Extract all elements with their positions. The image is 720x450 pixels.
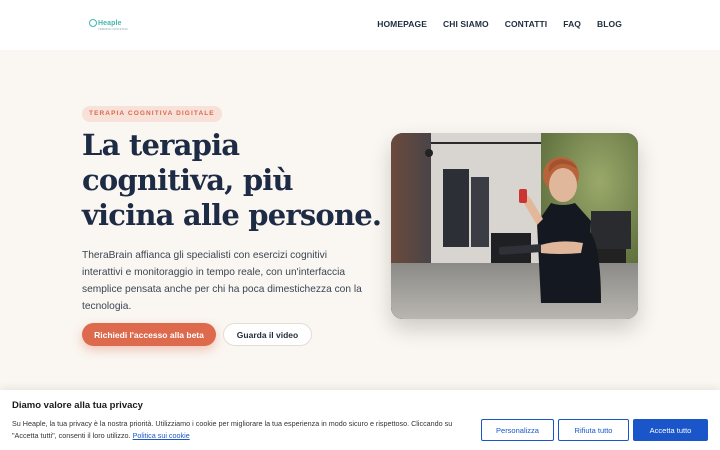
nav-contatti[interactable]: CONTATTI bbox=[505, 19, 548, 29]
logo-icon bbox=[89, 19, 97, 27]
hero-title-line: cognitiva, più bbox=[82, 163, 294, 197]
hero-badge: TERAPIA COGNITIVA DIGITALE bbox=[82, 106, 222, 122]
hero-title: La terapia cognitiva, più vicina alle pe… bbox=[82, 128, 382, 233]
woman-with-tablet-photo bbox=[391, 133, 638, 319]
hero-photo bbox=[391, 133, 638, 319]
cookie-policy-link[interactable]: Politica sui cookie bbox=[133, 431, 190, 440]
site-header: Heaple TERAPIA COGNITIVA HOMEPAGE CHI SI… bbox=[0, 0, 720, 50]
hero-title-line: vicina alle persone. bbox=[82, 198, 382, 232]
hero-title-line: La terapia bbox=[82, 128, 240, 162]
logo-text: Heaple bbox=[98, 19, 122, 27]
request-beta-button[interactable]: Richiedi l'accesso alla beta bbox=[82, 323, 216, 346]
reject-cookies-button[interactable]: Rifiuta tutto bbox=[558, 419, 629, 441]
cookie-description: Su Heaple, la tua privacy è la nostra pr… bbox=[12, 419, 453, 440]
nav-faq[interactable]: FAQ bbox=[563, 19, 581, 29]
main-nav: HOMEPAGE CHI SIAMO CONTATTI FAQ BLOG bbox=[377, 19, 622, 29]
customize-cookies-button[interactable]: Personalizza bbox=[481, 419, 554, 441]
watch-video-button[interactable]: Guarda il video bbox=[223, 323, 312, 346]
hero-description: TheraBrain affianca gli specialisti con … bbox=[82, 250, 362, 312]
nav-blog[interactable]: BLOG bbox=[597, 19, 622, 29]
cookie-title: Diamo valore alla tua privacy bbox=[12, 400, 143, 411]
logo-subtitle: TERAPIA COGNITIVA bbox=[98, 27, 128, 31]
nav-homepage[interactable]: HOMEPAGE bbox=[377, 19, 427, 29]
site-logo[interactable]: Heaple TERAPIA COGNITIVA bbox=[89, 19, 128, 31]
cookie-text: Su Heaple, la tua privacy è la nostra pr… bbox=[12, 418, 472, 442]
nav-chi-siamo[interactable]: CHI SIAMO bbox=[443, 19, 489, 29]
accept-cookies-button[interactable]: Accetta tutto bbox=[633, 419, 708, 441]
